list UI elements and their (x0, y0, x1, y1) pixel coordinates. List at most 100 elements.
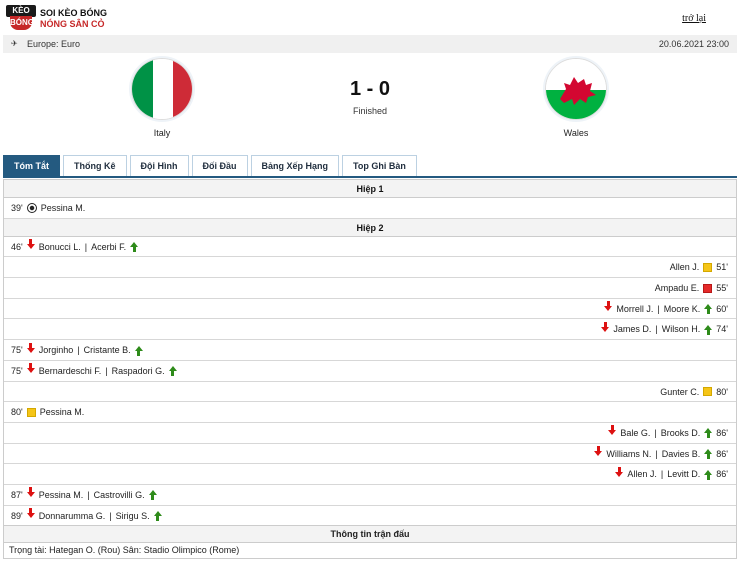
tab-standings[interactable]: Bảng Xếp Hạng (250, 155, 340, 176)
sub-out-player[interactable]: Jorginho (39, 340, 74, 360)
home-team[interactable]: Italy (122, 58, 202, 138)
event-minute: 39' (11, 203, 23, 213)
event-minute: 80' (716, 386, 728, 397)
sub-in-icon (704, 469, 713, 480)
sub-out-player[interactable]: Williams N. (606, 444, 651, 464)
goal-ball-icon (26, 203, 37, 213)
sub-out-player[interactable]: Donnarumma G. (39, 506, 106, 526)
logo-ball: BÓNG (10, 16, 34, 30)
tab-lineups[interactable]: Đội Hình (129, 155, 189, 176)
event-minute: 86' (716, 427, 728, 438)
sub-in-player[interactable]: Levitt D. (667, 464, 700, 484)
yellow-card-icon (703, 262, 713, 272)
separator: | (87, 489, 90, 500)
half-1-header: Hiệp 1 (4, 180, 736, 198)
table-row: 80' Pessina M. (4, 402, 736, 423)
event-player[interactable]: Ampadu E. (655, 278, 700, 298)
sub-out-icon (26, 239, 35, 250)
yellow-card-icon (26, 407, 36, 417)
globe-icon: ✈ (11, 39, 18, 48)
sub-in-player[interactable]: Davies B. (662, 444, 701, 464)
sub-in-player[interactable]: Raspadori G. (112, 361, 165, 381)
sub-out-player[interactable]: Allen J. (627, 464, 657, 484)
sub-in-icon (130, 242, 139, 253)
match-score: 1 - 0 (349, 78, 391, 100)
sub-out-player[interactable]: Morrell J. (616, 299, 653, 319)
separator: | (84, 241, 88, 252)
tab-stats[interactable]: Thống Kê (63, 155, 127, 176)
event-minute: 74' (716, 324, 728, 335)
sub-in-player[interactable]: Moore K. (664, 299, 701, 319)
sub-out-player[interactable]: Pessina M. (39, 485, 84, 505)
table-row: 75' Jorginho | Cristante B. (4, 340, 736, 361)
event-player[interactable]: Gunter C. (660, 382, 699, 402)
event-minute: 75' (11, 345, 23, 356)
sub-in-icon (704, 304, 713, 315)
sub-in-icon (704, 428, 713, 439)
tab-underline (3, 176, 737, 178)
sub-out-icon (601, 321, 610, 332)
event-player[interactable]: Allen J. (670, 257, 700, 277)
wales-flag-icon (545, 58, 607, 120)
match-date: 20.06.2021 23:00 (658, 39, 729, 49)
event-minute: 89' (11, 510, 23, 521)
sub-in-icon (704, 324, 713, 335)
sub-in-player[interactable]: Sirigu S. (116, 506, 150, 526)
sub-out-icon (26, 342, 35, 353)
table-row: Allen J. 51' (4, 257, 736, 279)
half-2-header: Hiệp 2 (4, 218, 736, 237)
separator: | (654, 427, 657, 438)
event-minute: 75' (11, 365, 23, 376)
sub-out-player[interactable]: Bonucci L. (39, 237, 81, 257)
sub-in-player[interactable]: Brooks D. (661, 423, 701, 443)
site-header: KÈO BÓNG SOI KÈO BÓNG NÓNG SÂN CỎ trở lạ… (0, 0, 740, 34)
italy-flag-icon (131, 58, 193, 120)
event-minute: 51' (716, 262, 728, 273)
sub-out-player[interactable]: James D. (613, 319, 651, 339)
tab-summary[interactable]: Tóm Tắt (3, 155, 60, 176)
sub-in-icon (704, 449, 713, 460)
back-link[interactable]: trở lại (682, 13, 706, 24)
sub-in-player[interactable]: Wilson H. (662, 319, 701, 339)
yellow-card-icon (703, 387, 713, 396)
sub-out-icon (26, 487, 35, 498)
table-row: 46' Bonucci L. | Acerbi F. (4, 237, 736, 258)
sub-in-icon (148, 490, 157, 501)
match-tabs: Tóm Tắt Thống Kê Đội Hình Đối Đầu Bảng X… (3, 155, 420, 177)
sub-out-player[interactable]: Bale G. (620, 423, 650, 443)
red-card-icon (703, 283, 713, 293)
event-minute: 86' (716, 469, 728, 480)
sub-in-player[interactable]: Cristante B. (84, 340, 131, 360)
tab-h2h[interactable]: Đối Đầu (191, 155, 248, 176)
table-row: 89' Donnarumma G. | Sirigu S. (4, 506, 736, 527)
separator: | (105, 365, 108, 376)
brand-name: SOI KÈO BÓNG NÓNG SÂN CỎ (40, 8, 107, 30)
table-row: 87' Pessina M. | Castrovilli G. (4, 485, 736, 506)
away-team[interactable]: Wales (536, 58, 616, 138)
separator: | (660, 469, 664, 480)
table-row: Morrell J. | Moore K. 60' (4, 299, 736, 320)
table-row: Allen J. | Levitt D. 86' (4, 464, 736, 485)
sub-in-player[interactable]: Castrovilli G. (94, 485, 145, 505)
separator: | (655, 324, 658, 335)
event-player[interactable]: Pessina M. (40, 402, 85, 422)
home-team-name: Italy (153, 128, 171, 138)
sub-out-player[interactable]: Bernardeschi F. (39, 361, 102, 381)
event-minute: 86' (716, 448, 728, 459)
sub-out-icon (604, 301, 613, 312)
table-row: Williams N. | Davies B. 86' (4, 444, 736, 465)
sub-out-icon (26, 508, 35, 519)
table-row: Gunter C. 80' (4, 382, 736, 403)
tab-top-scorers[interactable]: Top Ghi Bàn (342, 155, 417, 176)
separator: | (657, 303, 660, 314)
event-minute: 60' (716, 303, 728, 314)
sub-in-player[interactable]: Acerbi F. (91, 237, 126, 257)
league-name[interactable]: Europe: Euro (27, 39, 80, 49)
brand-line-1: SOI KÈO BÓNG (40, 8, 108, 18)
sub-out-icon (615, 466, 624, 477)
event-player[interactable]: Pessina M. (41, 198, 86, 218)
events-table: Hiệp 1 39' Pessina M. Hiệp 2 46' Bonucci… (3, 179, 737, 528)
match-status: Finished (352, 106, 388, 116)
site-logo[interactable]: KÈO BÓNG (6, 5, 36, 31)
league-bar: ✈ Europe: Euro 20.06.2021 23:00 (3, 35, 737, 53)
